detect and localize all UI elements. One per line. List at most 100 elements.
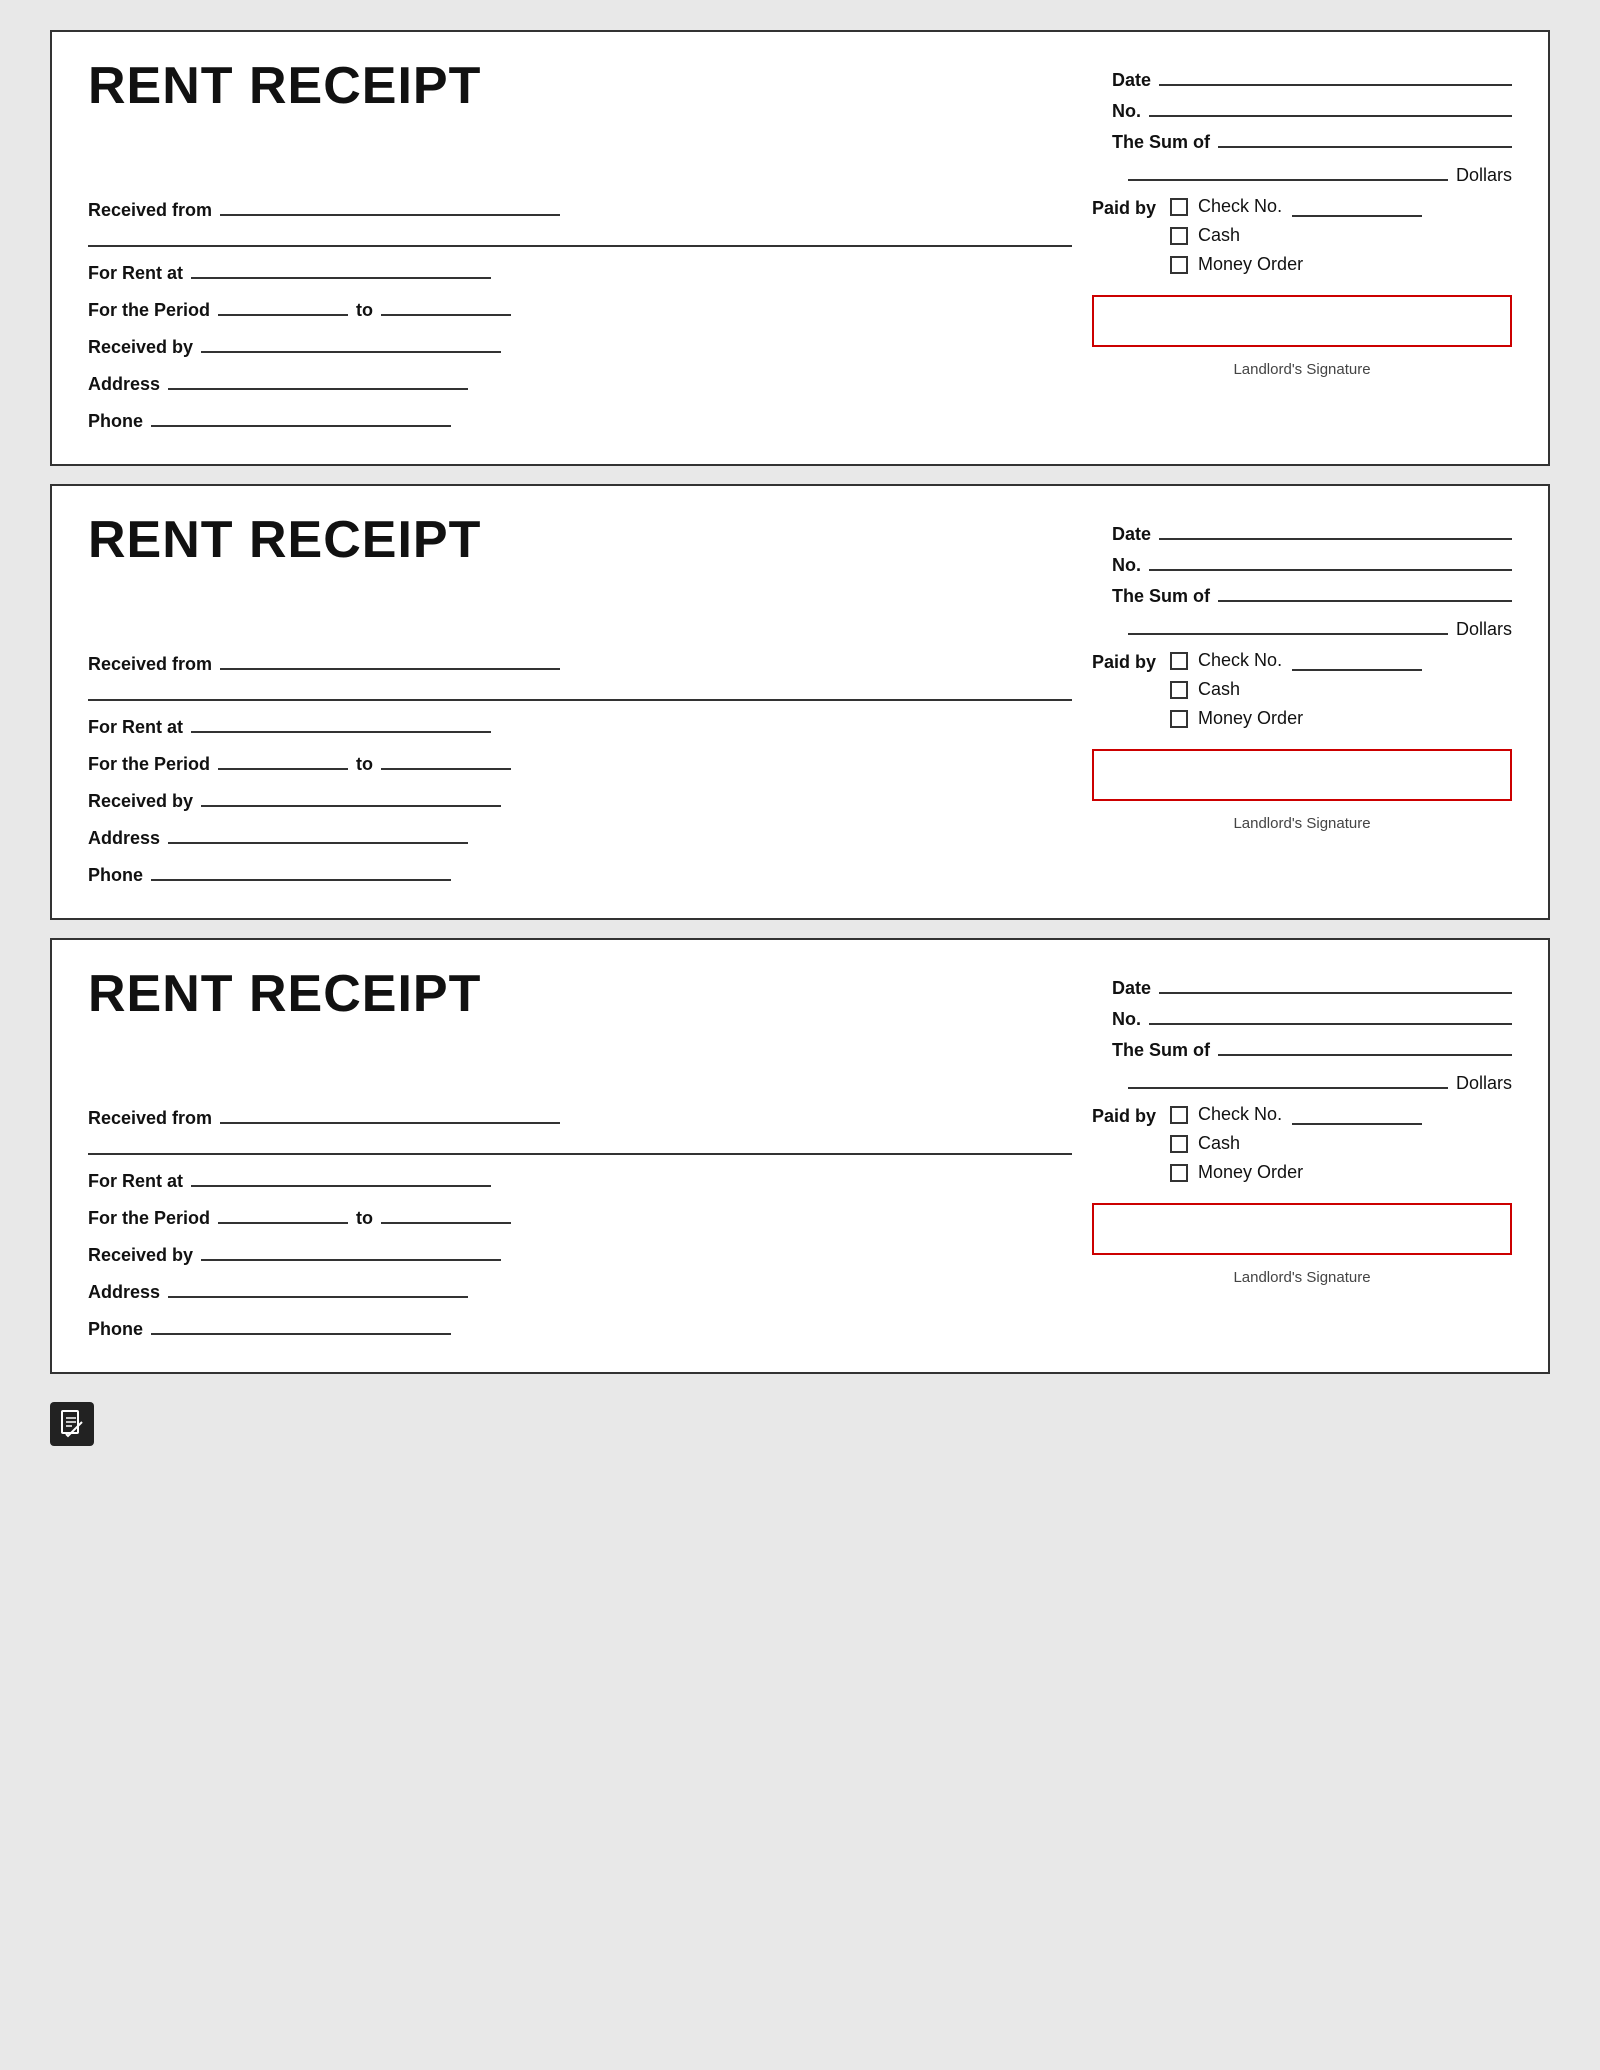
dollars-field-2[interactable] (1128, 615, 1448, 635)
sum-row-1: The Sum of (1112, 128, 1512, 153)
period-from-field-1[interactable] (218, 296, 348, 316)
period-to-field-1[interactable] (381, 296, 511, 316)
received-from-field-3[interactable] (220, 1104, 560, 1124)
received-from-area-1: Received from (88, 196, 1072, 247)
cash-option-2: Cash (1170, 679, 1422, 700)
date-field-3[interactable] (1159, 974, 1512, 994)
date-label-2: Date (1112, 524, 1151, 545)
dollars-label-1: Dollars (1456, 165, 1512, 186)
receipt-title-2: RENT RECEIPT (88, 514, 481, 566)
cash-option-1: Cash (1170, 225, 1422, 246)
sum-row-3: The Sum of (1112, 1036, 1512, 1061)
date-row-1: Date (1112, 66, 1512, 91)
receipt-title-3: RENT RECEIPT (88, 968, 481, 1020)
address-field-1[interactable] (168, 370, 468, 390)
left-fields-2: Received from For Rent at For the Period… (88, 650, 1072, 886)
money-order-checkbox-2[interactable] (1170, 710, 1188, 728)
address-row-2: Address (88, 824, 1072, 849)
sum-field-1[interactable] (1218, 128, 1512, 148)
no-field-3[interactable] (1149, 1005, 1512, 1025)
received-by-field-2[interactable] (201, 787, 501, 807)
check-label-2: Check No. (1198, 650, 1282, 671)
receipt-2: RENT RECEIPT Date No. The Sum of Dollars (50, 484, 1550, 920)
sum-field-3[interactable] (1218, 1036, 1512, 1056)
phone-field-2[interactable] (151, 861, 451, 881)
for-rent-row-3: For Rent at (88, 1167, 1072, 1192)
cash-checkbox-2[interactable] (1170, 681, 1188, 699)
to-label-2: to (356, 754, 373, 775)
sum-field-2[interactable] (1218, 582, 1512, 602)
received-by-field-1[interactable] (201, 333, 501, 353)
receipt-1: RENT RECEIPT Date No. The Sum of Dollars (50, 30, 1550, 466)
no-field-1[interactable] (1149, 97, 1512, 117)
body-section-2: Received from For Rent at For the Period… (88, 650, 1512, 886)
receipt-3: RENT RECEIPT Date No. The Sum of Dollars (50, 938, 1550, 1374)
received-from-field-2[interactable] (220, 650, 560, 670)
money-order-option-1: Money Order (1170, 254, 1422, 275)
for-rent-field-3[interactable] (191, 1167, 491, 1187)
no-label-2: No. (1112, 555, 1141, 576)
money-order-checkbox-3[interactable] (1170, 1164, 1188, 1182)
received-from-area-2: Received from (88, 650, 1072, 701)
period-row-1: For the Period to (88, 296, 1072, 321)
received-by-label-2: Received by (88, 791, 193, 812)
received-by-row-1: Received by (88, 333, 1072, 358)
received-by-row-3: Received by (88, 1241, 1072, 1266)
phone-field-1[interactable] (151, 407, 451, 427)
period-to-field-2[interactable] (381, 750, 511, 770)
received-from-line2-1[interactable] (88, 227, 1072, 247)
received-from-row-1: Received from (88, 196, 1072, 221)
for-rent-field-1[interactable] (191, 259, 491, 279)
dollars-field-1[interactable] (1128, 161, 1448, 181)
date-field-2[interactable] (1159, 520, 1512, 540)
receipt-title-1: RENT RECEIPT (88, 60, 481, 112)
cash-checkbox-1[interactable] (1170, 227, 1188, 245)
date-row-3: Date (1112, 974, 1512, 999)
address-row-1: Address (88, 370, 1072, 395)
sum-label-3: The Sum of (1112, 1040, 1210, 1061)
signature-box-3[interactable] (1092, 1203, 1512, 1255)
address-field-2[interactable] (168, 824, 468, 844)
sum-row-2: The Sum of (1112, 582, 1512, 607)
check-option-3: Check No. (1170, 1104, 1422, 1125)
dollars-label-2: Dollars (1456, 619, 1512, 640)
phone-field-3[interactable] (151, 1315, 451, 1335)
check-checkbox-2[interactable] (1170, 652, 1188, 670)
dollars-label-3: Dollars (1456, 1073, 1512, 1094)
period-from-field-2[interactable] (218, 750, 348, 770)
money-order-checkbox-1[interactable] (1170, 256, 1188, 274)
period-from-field-3[interactable] (218, 1204, 348, 1224)
check-checkbox-1[interactable] (1170, 198, 1188, 216)
for-rent-field-2[interactable] (191, 713, 491, 733)
received-by-field-3[interactable] (201, 1241, 501, 1261)
signature-box-1[interactable] (1092, 295, 1512, 347)
phone-row-3: Phone (88, 1315, 1072, 1340)
cash-checkbox-3[interactable] (1170, 1135, 1188, 1153)
check-no-field-2[interactable] (1292, 651, 1422, 671)
signature-box-2[interactable] (1092, 749, 1512, 801)
date-label-1: Date (1112, 70, 1151, 91)
payment-options-2: Check No. Cash Money Order (1170, 650, 1422, 729)
received-from-line2-3[interactable] (88, 1135, 1072, 1155)
received-from-line2-2[interactable] (88, 681, 1072, 701)
check-no-field-3[interactable] (1292, 1105, 1422, 1125)
no-field-2[interactable] (1149, 551, 1512, 571)
money-order-option-3: Money Order (1170, 1162, 1422, 1183)
period-to-field-3[interactable] (381, 1204, 511, 1224)
check-checkbox-3[interactable] (1170, 1106, 1188, 1124)
sum-label-2: The Sum of (1112, 586, 1210, 607)
money-order-label-2: Money Order (1198, 708, 1303, 729)
check-option-1: Check No. (1170, 196, 1422, 217)
document-icon (50, 1402, 94, 1446)
received-by-label-3: Received by (88, 1245, 193, 1266)
received-from-field-1[interactable] (220, 196, 560, 216)
check-no-field-1[interactable] (1292, 197, 1422, 217)
date-field-1[interactable] (1159, 66, 1512, 86)
sum-label-1: The Sum of (1112, 132, 1210, 153)
for-rent-label-2: For Rent at (88, 717, 183, 738)
payment-options-3: Check No. Cash Money Order (1170, 1104, 1422, 1183)
received-by-label-1: Received by (88, 337, 193, 358)
date-row-2: Date (1112, 520, 1512, 545)
dollars-field-3[interactable] (1128, 1069, 1448, 1089)
address-field-3[interactable] (168, 1278, 468, 1298)
